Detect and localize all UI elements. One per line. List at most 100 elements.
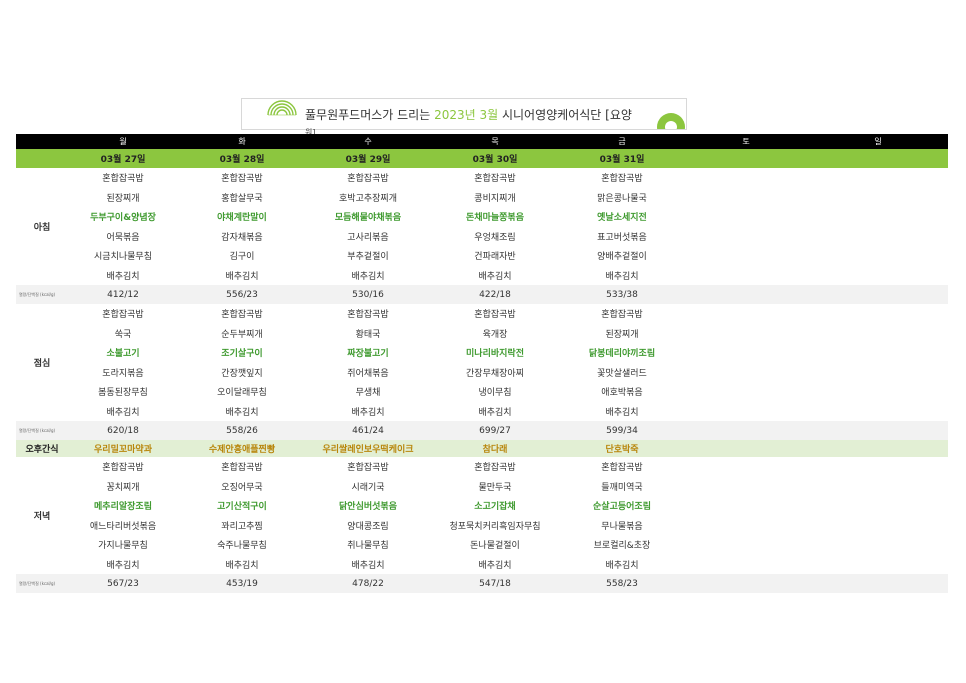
menu-item-cell: 애느타리버섯볶음 bbox=[89, 521, 157, 532]
menu-item-cell: 간장깻잎지 bbox=[221, 368, 263, 379]
empty-cell bbox=[808, 574, 948, 593]
snack-cell: 우리쌀레인보우떡케이크 bbox=[306, 440, 430, 457]
menu-item-row: 어묵볶음 감자채볶음 고사리볶음 우엉채조림 표고버섯볶음 bbox=[16, 227, 948, 247]
empty-cell bbox=[684, 227, 808, 247]
menu-item-cell: 무생채 bbox=[355, 388, 381, 399]
empty-cell bbox=[808, 227, 948, 247]
menu-item-cell: 배추김치 bbox=[225, 560, 259, 571]
menu-item-cell: 양배추겉절이 bbox=[597, 252, 647, 263]
menu-item-row: 가지나물무침 숙주나물무침 취나물무침 돈나물겉절이 브로컬리&초장 bbox=[16, 535, 948, 555]
menu-item-cell: 혼합잡곡밥 bbox=[102, 310, 144, 321]
menu-item-cell: 물만두국 bbox=[478, 482, 512, 493]
menu-item-cell: 배추김치 bbox=[225, 271, 259, 282]
menu-item-row: 아침 혼합잡곡밥 혼합잡곡밥 혼합잡곡밥 혼합잡곡밥 혼합잡곡밥 bbox=[16, 168, 948, 233]
snack-cell: 단호박죽 bbox=[560, 440, 684, 457]
menu-item-cell: 꽁치찌개 bbox=[106, 482, 140, 493]
menu-item-cell: 부추겉절이 bbox=[347, 252, 389, 263]
menu-item-row: 두부구이&양념장 야채계란말이 모듬해물야채볶음 돈채마늘쫑볶음 옛날소세지전 bbox=[16, 207, 948, 227]
snack-row: 오후간식 우리밀꼬마약과 수제안흥애플찐빵 우리쌀레인보우떡케이크 참다래 단호… bbox=[16, 440, 948, 457]
menu-item-cell: 혼합잡곡밥 bbox=[102, 463, 144, 474]
empty-cell bbox=[684, 168, 808, 188]
banner-title-date: 2023년 3월 bbox=[434, 108, 499, 122]
menu-item-cell: 배추김치 bbox=[351, 407, 385, 418]
menu-item-row: 된장찌개 홍합살무국 호박고추장찌개 콩비지찌개 맑은콩나물국 bbox=[16, 188, 948, 208]
empty-cell bbox=[684, 188, 808, 208]
empty-cell bbox=[808, 304, 948, 324]
menu-item-cell: 배추김치 bbox=[351, 560, 385, 571]
empty-cell bbox=[684, 516, 808, 536]
kcal-row: 열량/단백질 (kcal/g) 412/12 556/23 530/16 422/18 5… bbox=[16, 285, 948, 304]
menu-item-row: 도라지볶음 간장깻잎지 쥐어채볶음 간장무채장아찌 꽃맛살샐러드 bbox=[16, 363, 948, 383]
menu-item-cell: 어묵볶음 bbox=[106, 232, 140, 243]
menu-item-cell: 쥐어채볶음 bbox=[347, 368, 389, 379]
menu-item-row: 봄동된장무침 오이달래무침 무생채 냉이무침 애호박볶음 bbox=[16, 382, 948, 402]
day-header: 월 bbox=[68, 134, 178, 149]
kcal-label: 열량/단백질 (kcal/g) bbox=[16, 574, 68, 593]
day-header: 수 bbox=[306, 134, 430, 149]
empty-cell bbox=[684, 574, 808, 593]
empty-cell bbox=[808, 496, 948, 516]
kcal-value: 547/18 bbox=[430, 574, 560, 593]
date-cell: 03월 31일 bbox=[560, 149, 684, 168]
corner-cell bbox=[16, 134, 68, 149]
menu-item-row: 저녁 혼합잡곡밥 혼합잡곡밥 혼합잡곡밥 혼합잡곡밥 혼합잡곡밥 bbox=[16, 457, 948, 522]
menu-item-cell: 배추김치 bbox=[106, 271, 140, 282]
menu-item-cell: 냉이무침 bbox=[478, 388, 512, 399]
menu-item-cell: 쑥국 bbox=[114, 329, 132, 340]
kcal-value: 556/23 bbox=[178, 285, 306, 304]
date-cell bbox=[684, 149, 808, 168]
menu-item-cell: 꽈리고추찜 bbox=[221, 521, 263, 532]
day-header: 일 bbox=[808, 134, 948, 149]
kcal-value: 558/23 bbox=[560, 574, 684, 593]
menu-item-cell: 배추김치 bbox=[605, 407, 639, 418]
main-dish-cell: 닭봉데리야끼조림 bbox=[588, 349, 656, 360]
empty-cell bbox=[808, 246, 948, 266]
empty-cell bbox=[808, 343, 948, 363]
empty-cell bbox=[808, 188, 948, 208]
dinner-section: 저녁 혼합잡곡밥 혼합잡곡밥 혼합잡곡밥 혼합잡곡밥 혼합잡곡밥 꽁치찌개 오징어무국 시래기국… bbox=[16, 457, 948, 593]
menu-item-cell: 호박고추장찌개 bbox=[339, 193, 397, 204]
kcal-value: 478/22 bbox=[306, 574, 430, 593]
empty-cell bbox=[684, 382, 808, 402]
empty-cell bbox=[684, 266, 808, 286]
date-cell bbox=[808, 149, 948, 168]
menu-item-cell: 봄동된장무침 bbox=[98, 388, 148, 399]
kcal-value: 558/26 bbox=[178, 421, 306, 440]
main-dish-cell: 고기산적구이 bbox=[217, 502, 267, 513]
menu-item-cell: 홍합살무국 bbox=[221, 193, 263, 204]
breakfast-section: 아침 혼합잡곡밥 혼합잡곡밥 혼합잡곡밥 혼합잡곡밥 혼합잡곡밥 된장찌개 홍합살무국 호박고추… bbox=[16, 168, 948, 304]
kcal-label: 열량/단백질 (kcal/g) bbox=[16, 285, 68, 304]
main-dish-cell: 옛날소세지전 bbox=[597, 213, 647, 224]
menu-item-cell: 혼합잡곡밥 bbox=[601, 310, 643, 321]
menu-item-cell: 콩비지찌개 bbox=[474, 193, 516, 204]
snack-cell: 우리밀꼬마약과 bbox=[68, 440, 178, 457]
empty-cell bbox=[808, 477, 948, 497]
main-dish-cell: 메추리알장조림 bbox=[94, 502, 152, 513]
meal-label-lunch: 점심 bbox=[33, 359, 51, 369]
menu-item-cell: 들깨미역국 bbox=[601, 482, 643, 493]
empty-cell bbox=[808, 382, 948, 402]
kcal-value: 620/18 bbox=[68, 421, 178, 440]
menu-item-cell: 혼합잡곡밥 bbox=[347, 174, 389, 185]
day-header: 금 bbox=[560, 134, 684, 149]
menu-item-cell: 배추김치 bbox=[478, 407, 512, 418]
empty-cell bbox=[684, 343, 808, 363]
main-dish-cell: 닭안심버섯볶음 bbox=[339, 502, 397, 513]
menu-item-cell: 꽃맛살샐러드 bbox=[597, 368, 647, 379]
menu-item-cell: 숙주나물무침 bbox=[217, 541, 267, 552]
banner-title: 풀무원푸드머스가 드리는 2023년 3월 시니어영양케어식단 [요양 bbox=[305, 108, 632, 122]
snack-section: 오후간식 우리밀꼬마약과 수제안흥애플찐빵 우리쌀레인보우떡케이크 참다래 단호… bbox=[16, 440, 948, 457]
empty-cell bbox=[808, 168, 948, 188]
menu-item-row: 배추김치 배추김치 배추김치 배추김치 배추김치 bbox=[16, 555, 948, 575]
empty-cell bbox=[808, 535, 948, 555]
kcal-value: 567/23 bbox=[68, 574, 178, 593]
meal-label-snack: 오후간식 bbox=[16, 440, 68, 457]
menu-item-cell: 혼합잡곡밥 bbox=[221, 174, 263, 185]
meal-label-dinner: 저녁 bbox=[33, 512, 51, 522]
menu-item-row: 애느타리버섯볶음 꽈리고추찜 양대콩조림 청포묵치커리흑임자무침 무나물볶음 bbox=[16, 516, 948, 536]
menu-item-cell: 혼합잡곡밥 bbox=[601, 174, 643, 185]
menu-item-cell: 혼합잡곡밥 bbox=[347, 310, 389, 321]
date-cell: 03월 29일 bbox=[306, 149, 430, 168]
menu-item-cell: 혼합잡곡밥 bbox=[221, 463, 263, 474]
menu-item-cell: 혼합잡곡밥 bbox=[601, 463, 643, 474]
